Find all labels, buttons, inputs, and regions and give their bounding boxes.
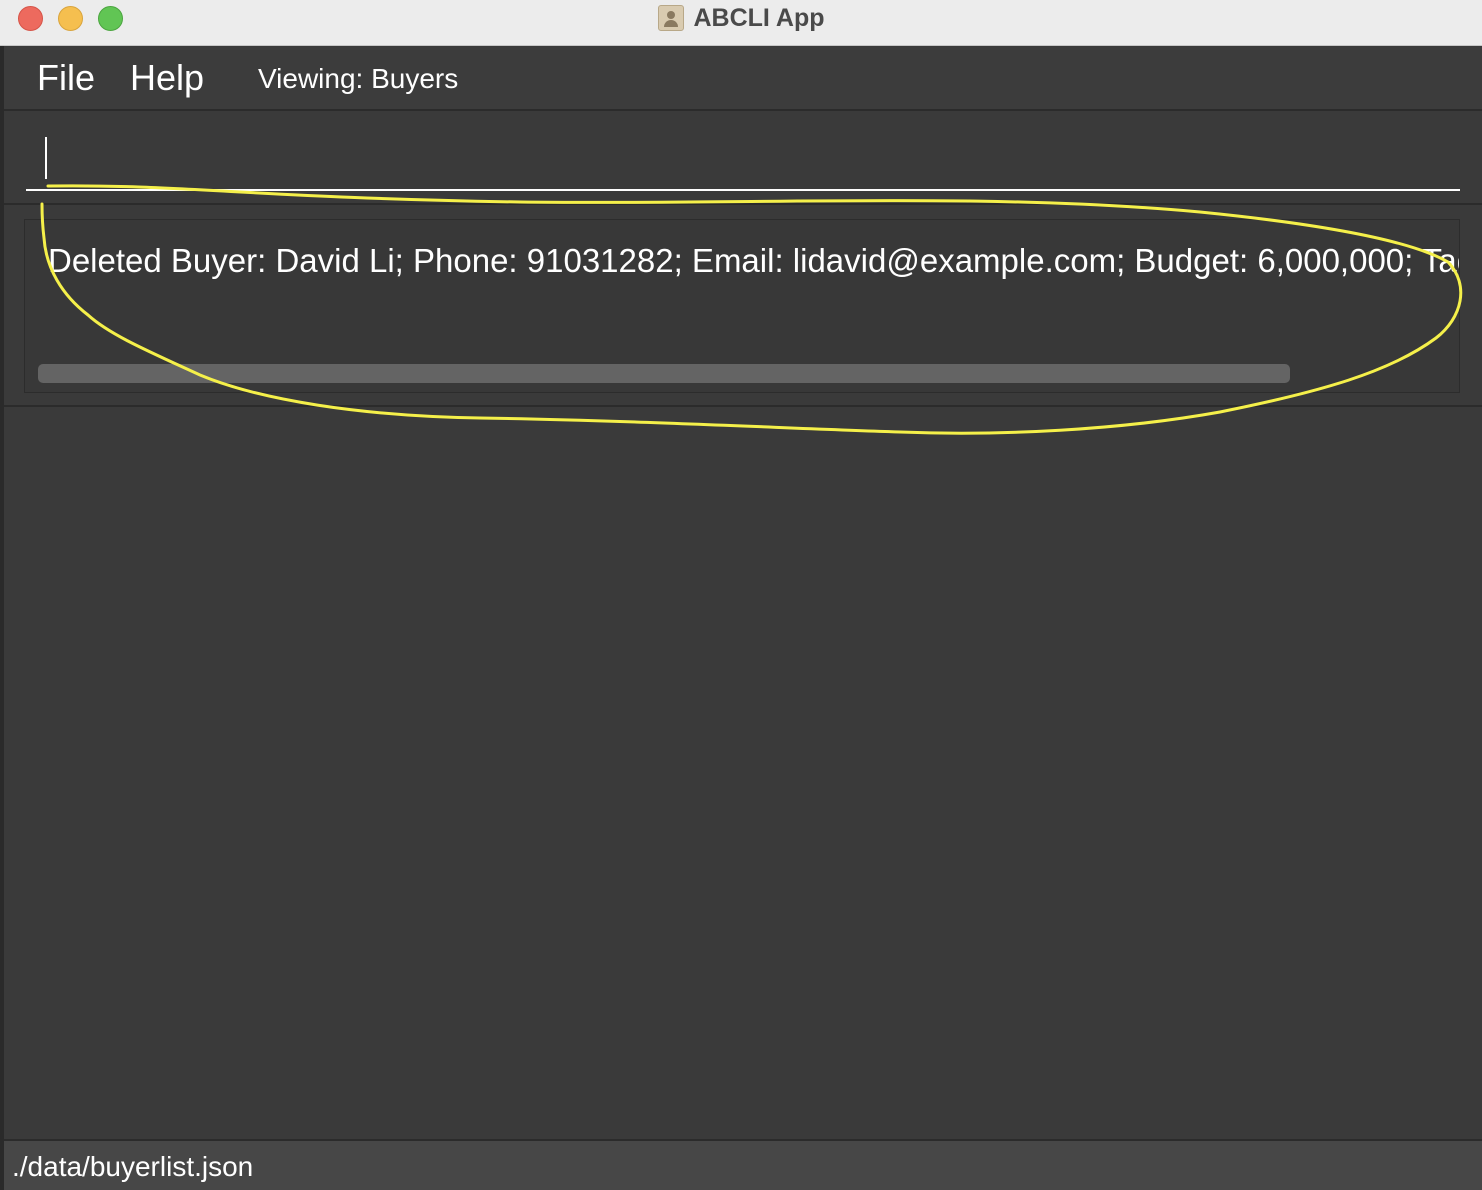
contact-card-icon bbox=[657, 5, 684, 31]
command-input[interactable] bbox=[26, 131, 1460, 191]
menu-file[interactable]: File bbox=[37, 57, 95, 99]
result-message: Deleted Buyer: David Li; Phone: 91031282… bbox=[48, 242, 1460, 279]
text-caret bbox=[45, 137, 47, 179]
window-title: ABCLI App bbox=[693, 3, 825, 32]
menu-bar: File Help Viewing: Buyers bbox=[4, 47, 1482, 111]
status-bar: ./data/buyerlist.json bbox=[4, 1139, 1482, 1190]
list-panel bbox=[4, 409, 1482, 1139]
app-window: ABCLI App File Help Viewing: Buyers Dele… bbox=[0, 0, 1482, 1190]
horizontal-scrollbar[interactable] bbox=[38, 364, 1290, 383]
save-file-path: ./data/buyerlist.json bbox=[12, 1151, 254, 1182]
result-display-area: Deleted Buyer: David Li; Phone: 91031282… bbox=[4, 207, 1482, 407]
window-title-group: ABCLI App bbox=[0, 0, 1482, 36]
viewing-label: Viewing: Buyers bbox=[258, 63, 459, 94]
command-box-area bbox=[4, 113, 1482, 205]
result-box: Deleted Buyer: David Li; Phone: 91031282… bbox=[24, 219, 1460, 393]
menu-help[interactable]: Help bbox=[130, 57, 204, 99]
title-bar: ABCLI App bbox=[0, 0, 1482, 46]
